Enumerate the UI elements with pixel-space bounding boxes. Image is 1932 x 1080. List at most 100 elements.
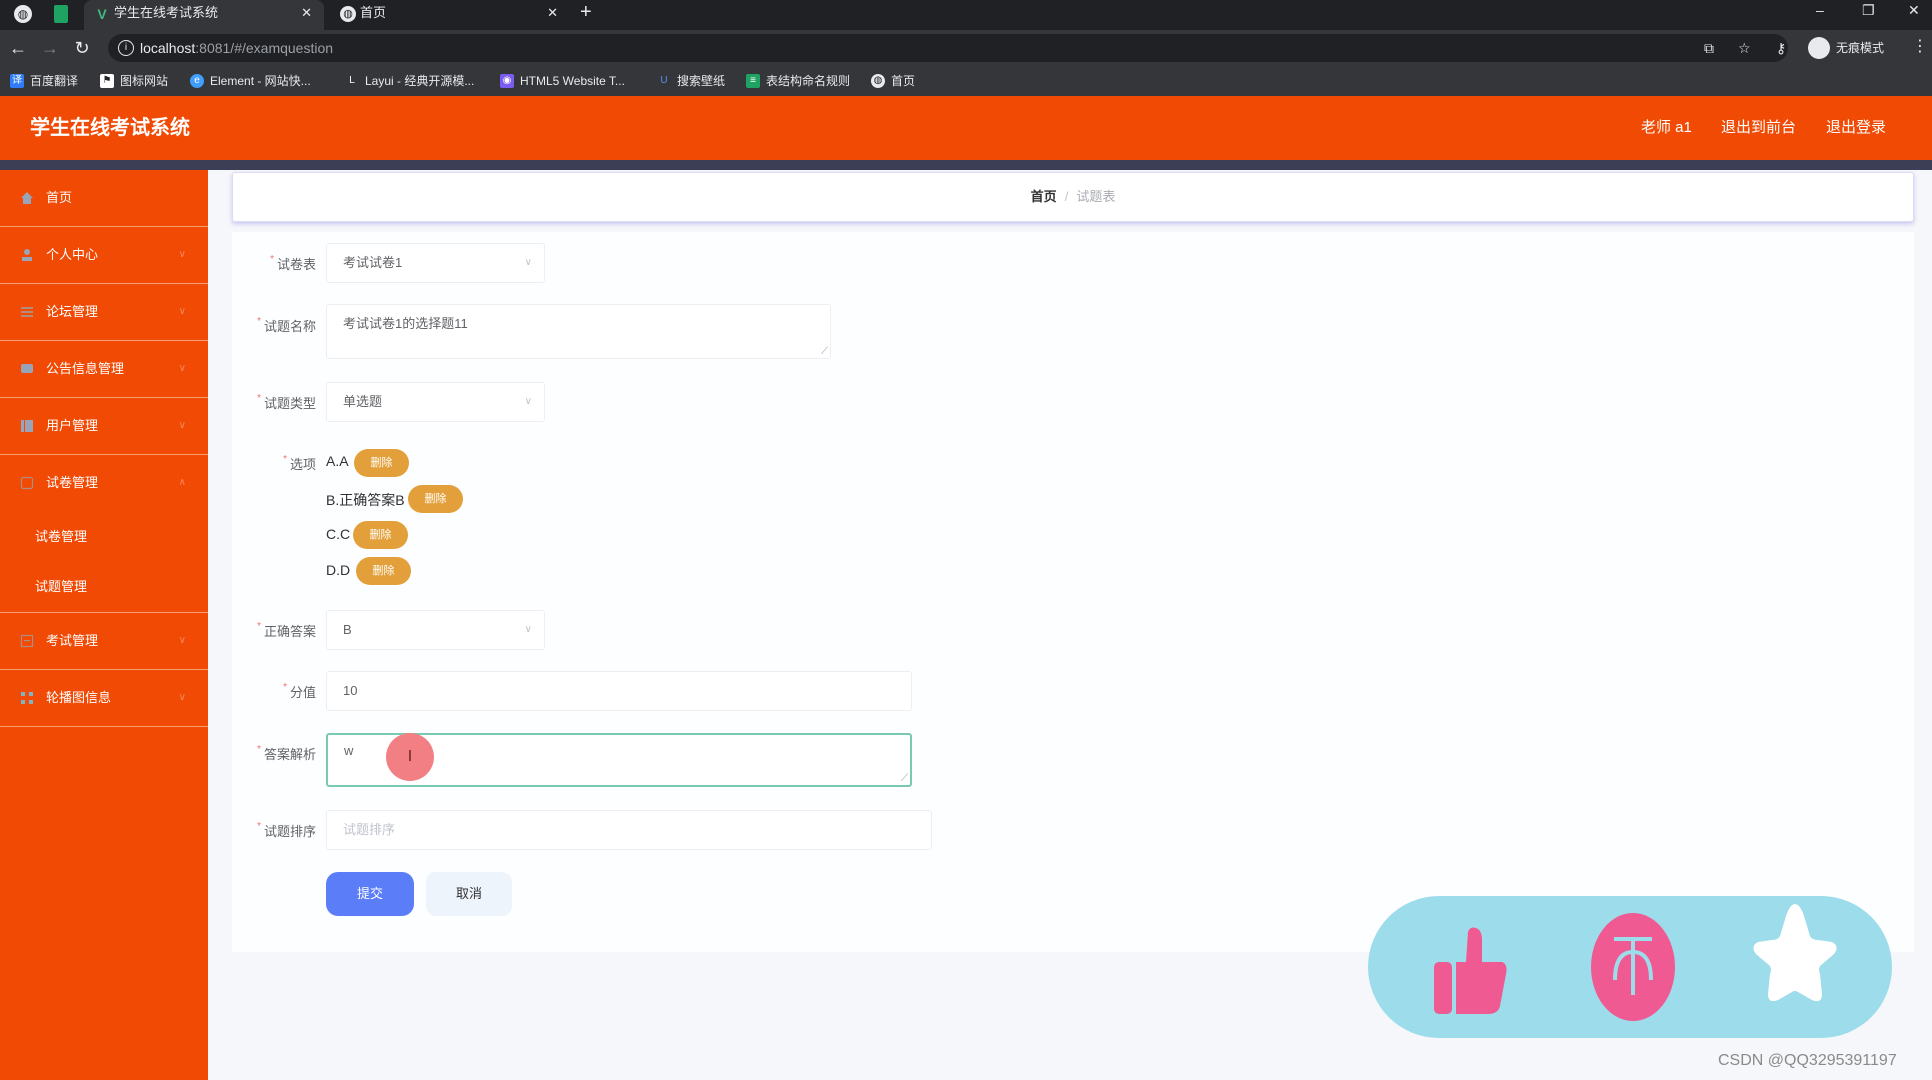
bookmark-item[interactable]: e Element - 网站快... — [190, 72, 311, 90]
sidebar-item-home[interactable]: 首页 — [0, 170, 208, 227]
breadcrumb-home[interactable]: 首页 — [1031, 189, 1057, 204]
sidebar-item-label: 考试管理 — [46, 633, 99, 648]
star-icon[interactable] — [1750, 902, 1840, 1006]
sidebar-item-notice[interactable]: 公告信息管理 ∨ — [0, 341, 208, 398]
bookmark-star-icon[interactable]: ☆ — [1738, 38, 1751, 58]
sidebar-item-exams[interactable]: 考试管理 ∨ — [0, 613, 208, 670]
back-icon[interactable]: ← — [6, 36, 30, 60]
app-header: 学生在线考试系统 老师 a1 退出到前台 退出登录 — [0, 96, 1932, 160]
paper-icon — [20, 476, 34, 490]
cancel-button[interactable]: 取消 — [426, 872, 512, 916]
layui-icon: L — [349, 75, 355, 86]
question-type-label: * 试题类型 — [257, 393, 316, 411]
new-tab-button[interactable]: + — [580, 0, 592, 24]
bookmarks-bar: 译百度翻译 ⚑ 图标网站 e Element - 网站快... L Layui - 经… — [0, 66, 1932, 96]
question-name-value: 考试试卷1的选择题11 — [343, 316, 468, 331]
restore-icon[interactable]: ❐ — [1862, 0, 1875, 20]
key-icon[interactable]: ⚷ — [1776, 38, 1786, 58]
wallpaper-icon: U — [660, 75, 668, 86]
submit-button[interactable]: 提交 — [326, 872, 414, 916]
bookmark-item[interactable]: ◉ HTML5 Website T... — [500, 72, 625, 90]
carousel-icon — [21, 692, 33, 704]
sidebar: 首页 个人中心 ∨ 论坛管理 ∨ 公告信息管理 ∨ 用户管理 ∨ 试卷管理 ∧ … — [0, 170, 208, 1080]
sidebar-item-label: 用户管理 — [46, 418, 99, 433]
coin-icon[interactable] — [1590, 912, 1676, 1022]
user-icon — [22, 249, 32, 261]
close-icon[interactable]: ✕ — [547, 0, 558, 26]
translate-icon[interactable]: ⧉ — [1704, 38, 1714, 58]
to-front-link[interactable]: 退出到前台 — [1721, 96, 1796, 160]
tab-exam-system[interactable]: V 学生在线考试系统 ✕ — [84, 0, 324, 30]
breadcrumb: 首页 / 试题表 — [232, 172, 1914, 222]
exam-icon — [20, 634, 34, 648]
delete-option-button[interactable]: 删除 — [353, 521, 408, 549]
info-icon[interactable]: i — [118, 40, 134, 56]
close-icon[interactable]: ✕ — [301, 0, 312, 26]
incognito-profile[interactable]: 无痕模式 — [1808, 36, 1884, 60]
html5-template-icon: ◉ — [500, 74, 514, 88]
score-input[interactable]: 10 — [326, 671, 912, 711]
question-name-label: * 试题名称 — [257, 316, 316, 334]
sidebar-item-forum[interactable]: 论坛管理 ∨ — [0, 284, 208, 341]
paper-label: * 试卷表 — [270, 254, 316, 272]
chevron-down-icon: ∨ — [524, 624, 532, 635]
bookmark-item[interactable]: L Layui - 经典开源模... — [345, 72, 474, 90]
bookmark-item[interactable]: ◍ 首页 — [871, 72, 915, 90]
thumbs-up-icon[interactable] — [1432, 926, 1512, 1016]
resize-handle-icon[interactable]: ⟋ — [901, 773, 908, 784]
order-input[interactable]: 试题排序 — [326, 810, 932, 850]
sidebar-item-users[interactable]: 用户管理 ∨ — [0, 398, 208, 455]
answer-select[interactable]: B ∨ — [326, 610, 545, 650]
paper-select-value: 考试试卷1 — [343, 255, 403, 270]
reload-icon[interactable]: ↻ — [70, 36, 94, 60]
globe-icon[interactable]: ◍ — [14, 5, 32, 23]
sidebar-item-label: 论坛管理 — [46, 304, 99, 319]
resize-handle-icon[interactable]: ⟋ — [821, 346, 828, 357]
sidebar-item-carousel[interactable]: 轮播图信息 ∨ — [0, 670, 208, 727]
delete-option-button[interactable]: 删除 — [354, 449, 409, 477]
app-title: 学生在线考试系统 — [30, 117, 190, 139]
sidebar-item-papers[interactable]: 试卷管理 ∧ — [0, 455, 208, 512]
sidebar-item-label: 个人中心 — [46, 247, 99, 262]
vue-logo-icon: V — [97, 6, 107, 22]
question-type-select[interactable]: 单选题 ∨ — [326, 382, 545, 422]
element-icon: e — [190, 74, 204, 88]
order-label: * 试题排序 — [257, 821, 316, 839]
watermark: CSDN @QQ3295391197 — [1718, 1052, 1897, 1069]
minimize-icon[interactable]: – — [1816, 0, 1824, 20]
chevron-down-icon: ∨ — [178, 306, 186, 317]
delete-option-button[interactable]: 删除 — [356, 557, 411, 585]
paper-select[interactable]: 考试试卷1 ∨ — [326, 243, 545, 283]
score-label: * 分值 — [283, 682, 316, 700]
chevron-down-icon: ∨ — [524, 257, 532, 268]
question-name-textarea[interactable]: 考试试卷1的选择题11 ⟋ — [326, 304, 831, 359]
bookmark-item[interactable]: 译百度翻译 — [10, 72, 78, 90]
window-close-icon[interactable]: ✕ — [1908, 0, 1920, 20]
floating-action-bar — [1368, 896, 1892, 1038]
url-input[interactable]: i localhost:8081/#/examquestion ⧉ ☆ — [108, 34, 1788, 62]
chevron-down-icon: ∨ — [178, 635, 186, 646]
tab-title: 首页 — [360, 5, 387, 20]
tab-title: 学生在线考试系统 — [114, 5, 219, 20]
bookmark-item[interactable]: U 搜索壁纸 — [657, 72, 725, 90]
chevron-down-icon: ∨ — [178, 420, 186, 431]
sheet-tab-icon[interactable] — [54, 5, 68, 23]
order-placeholder: 试题排序 — [343, 822, 396, 837]
chevron-down-icon: ∨ — [524, 396, 532, 407]
tab-home[interactable]: ◍ 首页 ✕ — [330, 0, 570, 30]
logout-link[interactable]: 退出登录 — [1826, 96, 1886, 160]
sidebar-subitem-question-manage[interactable]: 试题管理 — [0, 562, 208, 612]
option-item: A.A — [326, 453, 349, 469]
more-menu-icon[interactable]: ⋮ — [1912, 36, 1928, 56]
delete-option-button[interactable]: 删除 — [408, 485, 463, 513]
answer-label: * 正确答案 — [257, 621, 316, 639]
sidebar-item-label: 公告信息管理 — [46, 361, 125, 376]
sidebar-subitem-paper-manage[interactable]: 试卷管理 — [0, 512, 208, 562]
forward-icon[interactable]: → — [38, 36, 62, 60]
url-text: localhost:8081/#/examquestion — [140, 40, 334, 56]
bookmark-item[interactable]: ≡ 表结构命名规则 — [746, 72, 850, 90]
bookmark-item[interactable]: ⚑ 图标网站 — [100, 72, 168, 90]
score-value: 10 — [343, 683, 358, 698]
users-icon — [21, 420, 33, 432]
sidebar-item-profile[interactable]: 个人中心 ∨ — [0, 227, 208, 284]
